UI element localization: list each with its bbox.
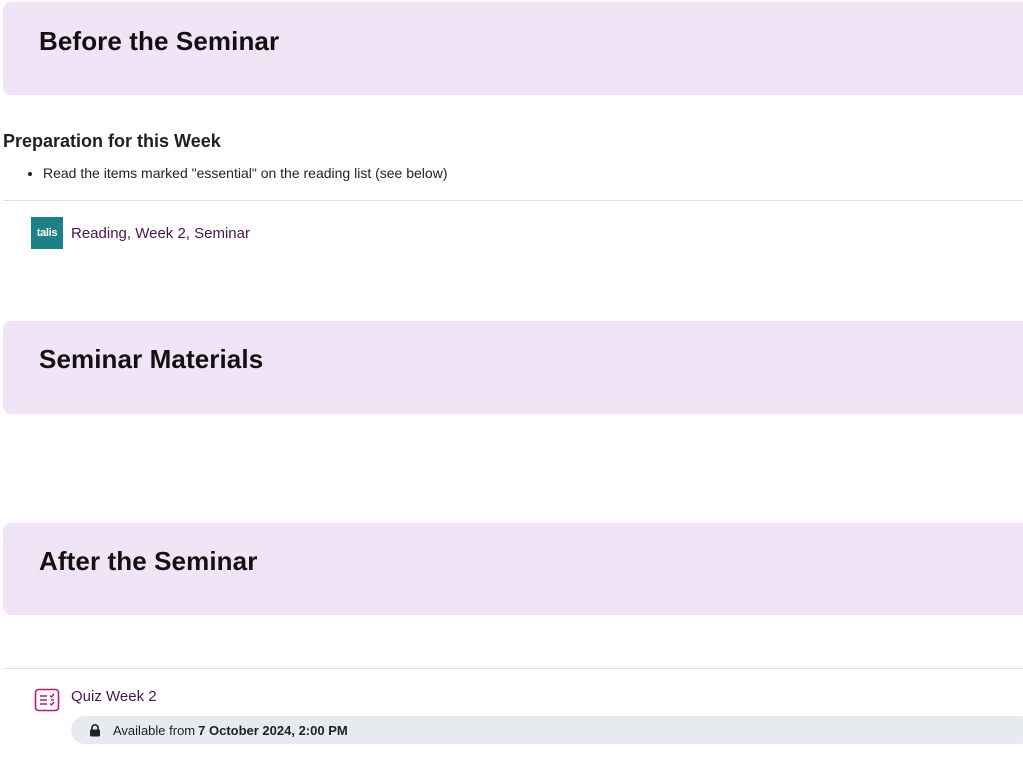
course-page: Before the Seminar Preparation for this … (0, 0, 1023, 759)
divider (3, 200, 1023, 201)
activity-quiz[interactable]: Quiz Week 2 (31, 684, 157, 716)
section-after-seminar: After the Seminar (3, 523, 1023, 615)
talis-icon: talis (31, 217, 63, 249)
activity-reading-list[interactable]: talis Reading, Week 2, Seminar (31, 217, 250, 249)
section-title: Before the Seminar (39, 26, 280, 56)
section-seminar-materials: Seminar Materials (3, 321, 1023, 414)
lock-icon (89, 723, 101, 737)
availability-date: 7 October 2024, 2:00 PM (198, 722, 348, 738)
divider (3, 668, 1023, 669)
availability-prefix: Available from (113, 722, 196, 738)
section-before-seminar: Before the Seminar (3, 2, 1023, 95)
reading-list-link[interactable]: Reading, Week 2, Seminar (71, 225, 250, 242)
quiz-link[interactable]: Quiz Week 2 (71, 688, 157, 705)
availability-restriction: Available from 7 October 2024, 2:00 PM (71, 716, 1023, 744)
preparation-heading: Preparation for this Week (3, 131, 221, 151)
preparation-list: Read the items marked "essential" on the… (3, 163, 447, 183)
quiz-icon (31, 684, 63, 716)
list-item: Read the items marked "essential" on the… (43, 163, 447, 183)
section-title: Seminar Materials (39, 344, 264, 374)
section-title: After the Seminar (39, 546, 258, 576)
